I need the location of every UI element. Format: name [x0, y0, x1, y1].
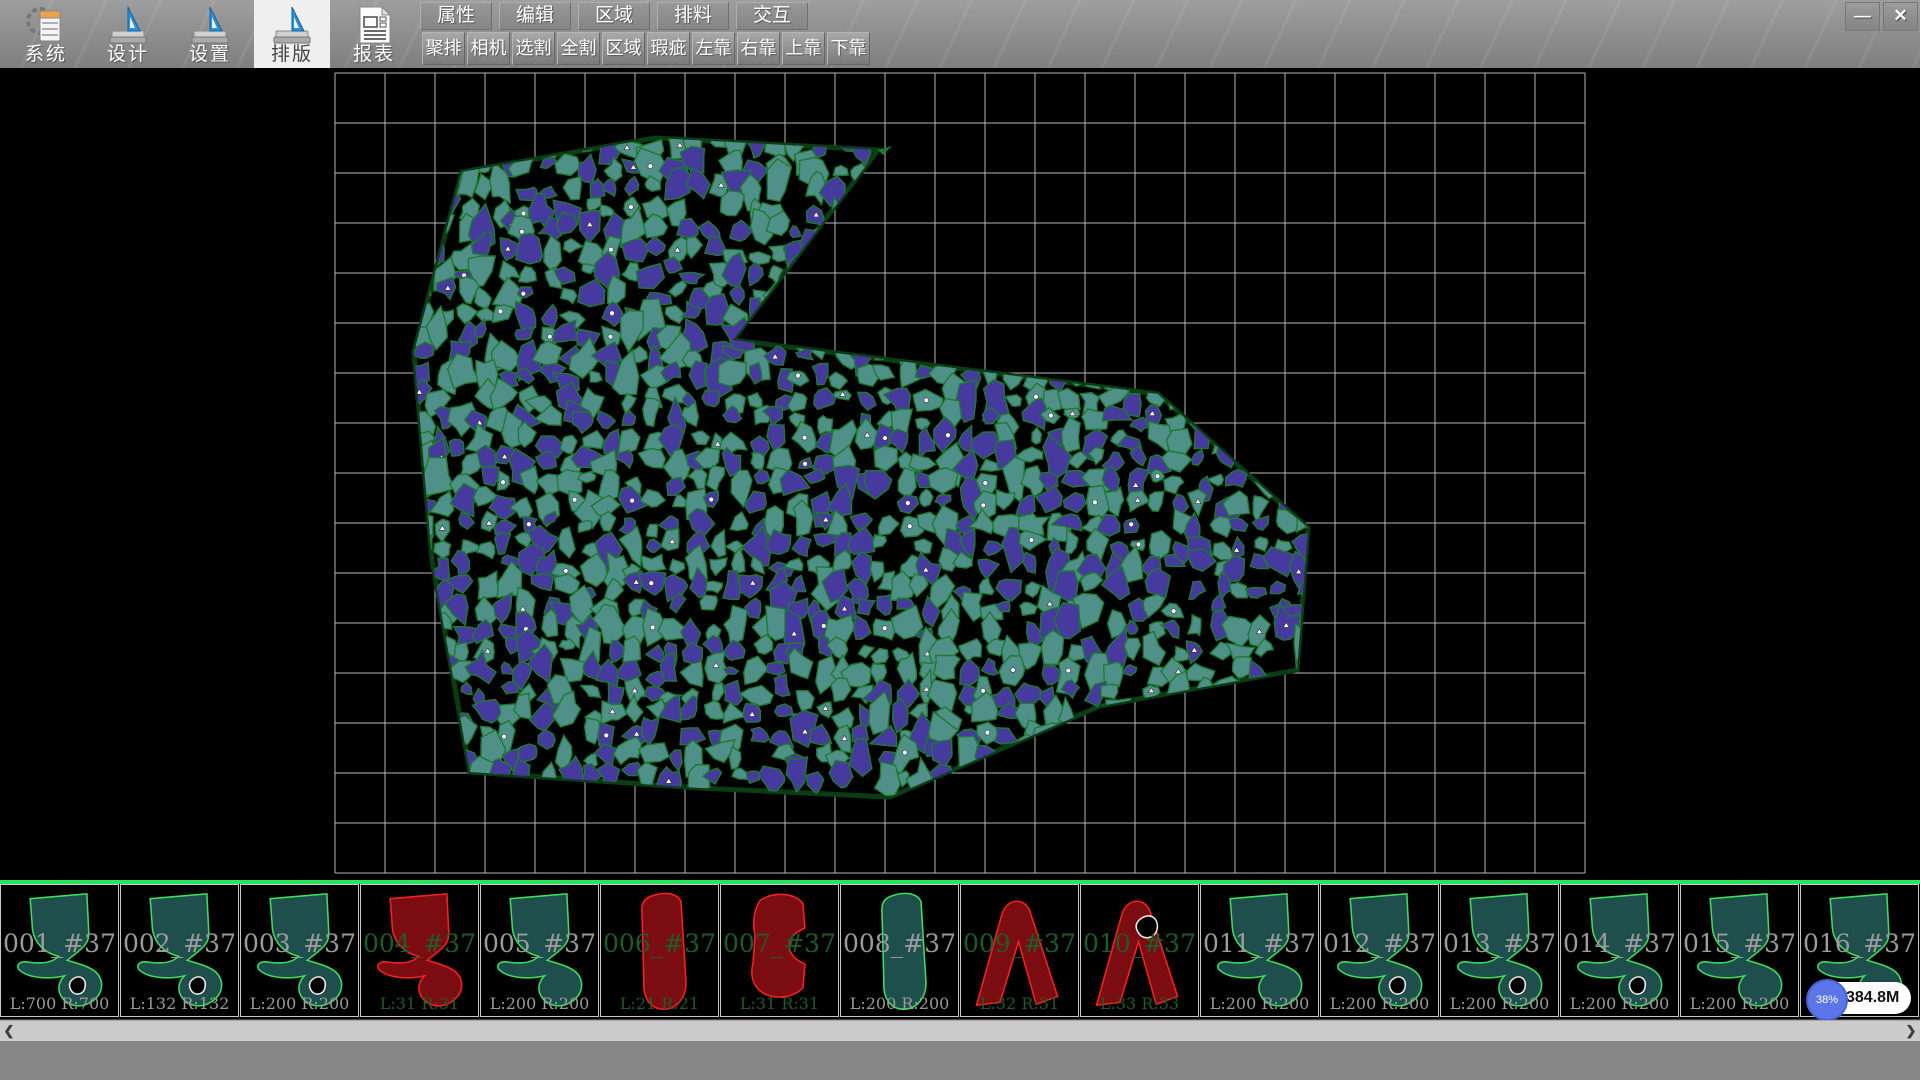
horizontal-scrollbar[interactable]: ❮ ❯	[0, 1020, 1920, 1042]
tool-button-10[interactable]: 下靠	[827, 32, 870, 65]
piece-shape	[721, 885, 838, 1016]
main-button-2[interactable]: 设计	[90, 0, 166, 68]
piece-thumbnail-4[interactable]: 004_#37L:31 R:31	[360, 884, 479, 1017]
piece-thumbnail-15[interactable]: 015_#37L:200 R:200	[1680, 884, 1799, 1017]
scroll-right-arrow-icon[interactable]: ❯	[1902, 1021, 1920, 1042]
tool-button-8[interactable]: 右靠	[737, 32, 780, 65]
menu-item-1[interactable]: 属性	[420, 2, 492, 30]
tool-button-5[interactable]: 区域	[602, 32, 645, 65]
main-button-1[interactable]: 系统	[8, 0, 84, 68]
piece-thumbnail-10[interactable]: 010_#37L:33 R:33	[1080, 884, 1199, 1017]
main-button-label: 系统	[8, 39, 84, 66]
menu-item-4[interactable]: 排料	[657, 2, 729, 30]
piece-shape	[361, 885, 478, 1016]
memory-amount-label: 384.8M	[1846, 989, 1899, 1007]
piece-thumbnail-1[interactable]: 001_#37L:700 R:700	[0, 884, 119, 1017]
piece-thumbnail-3[interactable]: 003_#37L:200 R:200	[240, 884, 359, 1017]
piece-thumbnail-6[interactable]: 006_#37L:21 R:21	[600, 884, 719, 1017]
memory-percent-indicator: 38%	[1806, 979, 1848, 1021]
main-button-label: 设置	[172, 39, 248, 66]
piece-shape	[481, 885, 598, 1016]
nesting-canvas[interactable]	[0, 68, 1920, 880]
status-band	[0, 1041, 1920, 1080]
piece-thumbnail-13[interactable]: 013_#37L:200 R:200	[1440, 884, 1559, 1017]
main-button-label: 报表	[336, 39, 412, 66]
main-button-4[interactable]: 排版	[254, 0, 330, 68]
piece-shape	[1201, 885, 1318, 1016]
tool-button-3[interactable]: 选割	[512, 32, 555, 65]
piece-thumbnail-9[interactable]: 009_#37L:32 R:31	[960, 884, 1079, 1017]
piece-shape	[841, 885, 958, 1016]
piece-thumbnail-8[interactable]: 008_#37L:200 R:200	[840, 884, 959, 1017]
piece-shape	[1, 885, 118, 1016]
piece-shape	[961, 885, 1078, 1016]
piece-thumbnail-5[interactable]: 005_#37L:200 R:200	[480, 884, 599, 1017]
tool-button-4[interactable]: 全割	[557, 32, 600, 65]
piece-shape	[601, 885, 718, 1016]
tool-button-7[interactable]: 左靠	[692, 32, 735, 65]
piece-thumbnail-2[interactable]: 002_#37L:132 R:132	[120, 884, 239, 1017]
piece-shape	[1441, 885, 1558, 1016]
tool-button-1[interactable]: 聚排	[422, 32, 465, 65]
window-controls: — ✕	[1845, 2, 1918, 31]
piece-shape	[1561, 885, 1678, 1016]
tool-button-6[interactable]: 瑕疵	[647, 32, 690, 65]
main-button-3[interactable]: 设置	[172, 0, 248, 68]
tool-bar: 聚排相机选割全割区域瑕疵左靠右靠上靠下靠	[422, 32, 872, 64]
piece-thumbnail-11[interactable]: 011_#37L:200 R:200	[1200, 884, 1319, 1017]
tool-button-9[interactable]: 上靠	[782, 32, 825, 65]
piece-shape	[1081, 885, 1198, 1016]
piece-shape	[1681, 885, 1798, 1016]
piece-thumbnail-14[interactable]: 014_#37L:200 R:200	[1560, 884, 1679, 1017]
piece-thumbnail-12[interactable]: 012_#37L:200 R:200	[1320, 884, 1439, 1017]
piece-shape	[241, 885, 358, 1016]
app-window: 系统设计设置排版报表 属性编辑区域排料交互 聚排相机选割全割区域瑕疵左靠右靠上靠…	[0, 0, 1920, 1080]
piece-thumbnail-strip: 001_#37L:700 R:700002_#37L:132 R:132003_…	[0, 884, 1920, 1019]
menu-bar: 属性编辑区域排料交互	[420, 2, 815, 29]
tool-button-2[interactable]: 相机	[467, 32, 510, 65]
menu-item-2[interactable]: 编辑	[499, 2, 571, 30]
close-button[interactable]: ✕	[1883, 2, 1918, 31]
menu-item-5[interactable]: 交互	[736, 2, 808, 30]
piece-shape	[1321, 885, 1438, 1016]
main-button-5[interactable]: 报表	[336, 0, 412, 68]
piece-thumbnail-7[interactable]: 007_#37L:31 R:31	[720, 884, 839, 1017]
main-button-label: 排版	[254, 39, 330, 66]
piece-shape	[121, 885, 238, 1016]
minimize-button[interactable]: —	[1845, 2, 1880, 31]
toolbar: 系统设计设置排版报表 属性编辑区域排料交互 聚排相机选割全割区域瑕疵左靠右靠上靠…	[0, 0, 1920, 68]
memory-usage-badge: 38% 384.8M	[1808, 982, 1911, 1014]
scroll-left-arrow-icon[interactable]: ❮	[0, 1021, 18, 1042]
nesting-drawing	[0, 68, 1920, 880]
menu-item-3[interactable]: 区域	[578, 2, 650, 30]
main-button-label: 设计	[90, 39, 166, 66]
